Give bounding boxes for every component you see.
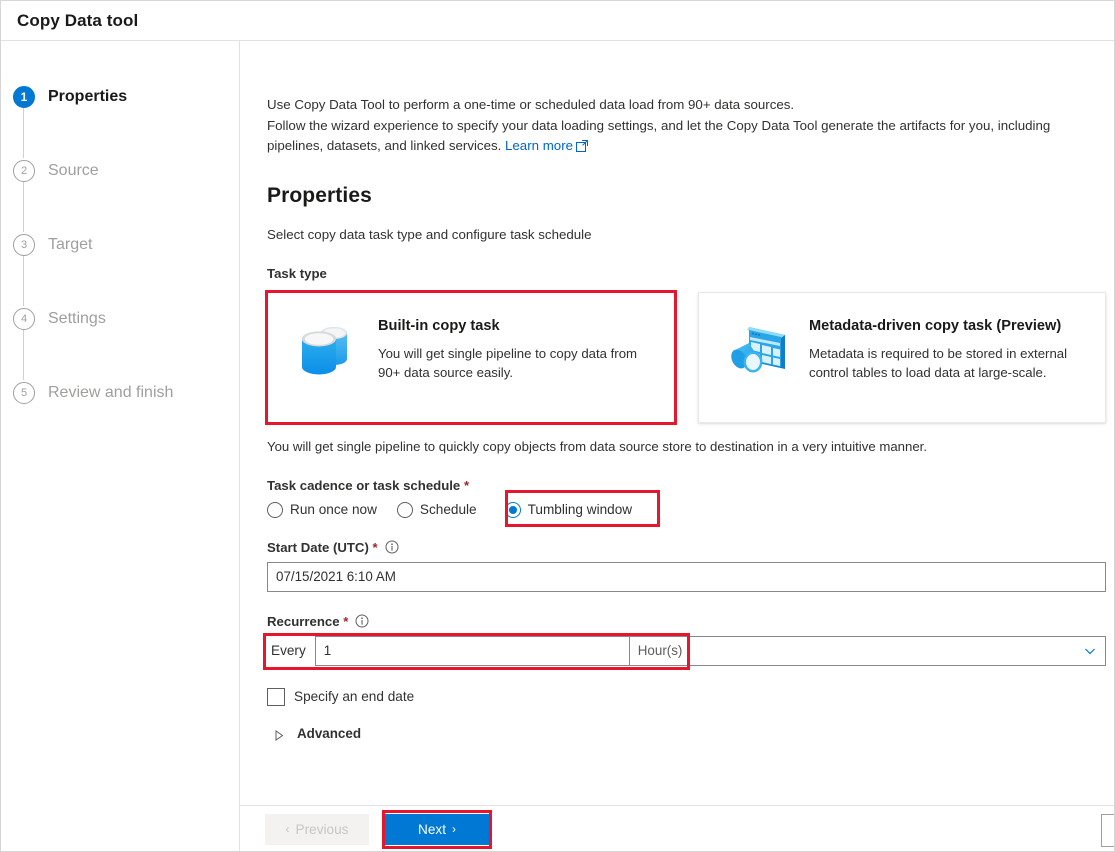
learn-more-link[interactable]: Learn more	[505, 138, 573, 153]
advanced-disclosure[interactable]: Advanced	[267, 726, 1106, 741]
card-description: You will get single pipeline to copy dat…	[378, 345, 638, 381]
card-title: Built-in copy task	[378, 317, 500, 334]
recurrence-label-text: Recurrence	[267, 613, 340, 629]
recurrence-unit-select[interactable]: Hour(s)	[629, 635, 1106, 666]
intro-line-1: Use Copy Data Tool to perform a one-time…	[267, 97, 795, 112]
step-connector-line	[23, 256, 24, 306]
card-body: Metadata-driven copy task (Preview) Meta…	[809, 313, 1077, 383]
page-subtitle: Select copy data task type and configure…	[267, 226, 592, 242]
window-body: 1 Properties 2 Source 3 Target 4 Setting	[1, 41, 1114, 851]
sidebar-item-label: Target	[48, 236, 93, 253]
task-cadence-label-text: Task cadence or task schedule	[267, 477, 461, 493]
advanced-label: Advanced	[297, 725, 361, 741]
step-number-badge: 5	[13, 382, 35, 404]
intro-line-3: pipelines, datasets, and linked services…	[267, 136, 1106, 159]
step-connector-line	[23, 330, 24, 380]
required-marker: *	[372, 539, 378, 555]
checkbox-box-icon	[267, 687, 285, 706]
radio-dot-icon	[504, 501, 521, 518]
sidebar-item-properties[interactable]: 1 Properties	[1, 85, 239, 158]
step-connector-line	[23, 182, 24, 232]
step-number-badge: 4	[13, 308, 35, 330]
radio-dot-icon	[267, 501, 283, 518]
sidebar-item-label: Source	[48, 162, 99, 179]
chevron-left-icon: ‹	[285, 822, 290, 836]
start-date-value: 07/15/2021 6:10 AM	[276, 569, 396, 584]
task-type-card-builtin-copy-task[interactable]: Built-in copy task You will get single p…	[265, 289, 677, 425]
radio-schedule[interactable]: Schedule	[396, 501, 477, 518]
intro-line-2: Follow the wizard experience to specify …	[267, 117, 1051, 133]
specify-end-date-checkbox[interactable]: Specify an end date	[267, 687, 1106, 706]
radio-label: Run once now	[290, 502, 377, 517]
chevron-right-icon: ›	[451, 822, 456, 836]
wizard-sidebar: 1 Properties 2 Source 3 Target 4 Setting	[1, 41, 240, 851]
card-description: Metadata is required to be stored in ext…	[809, 345, 1068, 381]
main-pane: Use Copy Data Tool to perform a one-time…	[240, 41, 1114, 851]
external-link-icon	[576, 138, 589, 159]
main-content: Use Copy Data Tool to perform a one-time…	[240, 41, 1114, 805]
sidebar-item-label: Settings	[48, 310, 106, 327]
recurrence-interval-value: 1	[323, 643, 332, 658]
task-cadence-radio-group: Run once now Schedule Tumbling window	[267, 489, 1106, 527]
page-title: Properties	[267, 183, 372, 207]
chevron-right-icon	[275, 728, 284, 741]
start-date-label: Start Date (UTC) *	[267, 540, 378, 555]
radio-dot-icon	[396, 501, 413, 518]
title-bar: Copy Data tool	[1, 1, 1114, 41]
window-title: Copy Data tool	[17, 10, 139, 30]
checkbox-label: Specify an end date	[294, 689, 415, 704]
radio-label: Schedule	[419, 502, 477, 517]
next-button[interactable]: Next ›	[385, 813, 489, 845]
next-button-label: Next	[418, 821, 446, 837]
metadata-table-icon	[719, 315, 795, 391]
radio-tumbling-window[interactable]: Tumbling window	[504, 501, 633, 518]
recurrence-row: Every 1 Hour(s)	[263, 632, 1106, 670]
recurrence-label-row: Recurrence *	[267, 614, 1106, 629]
recurrence-every-label: Every	[271, 643, 306, 658]
copy-data-tool-window: Copy Data tool 1 Properties 2 Source 3 T…	[0, 0, 1115, 852]
task-type-note: You will get single pipeline to quickly …	[267, 438, 927, 454]
card-body: Built-in copy task You will get single p…	[378, 313, 640, 383]
wizard-footer: ‹ Previous Next ›	[240, 805, 1114, 851]
intro-line-3-text: pipelines, datasets, and linked services…	[267, 138, 502, 153]
task-type-cards: Built-in copy task You will get single p…	[265, 289, 1106, 425]
sidebar-item-settings[interactable]: 4 Settings	[1, 307, 239, 380]
radio-label: Tumbling window	[527, 502, 633, 517]
intro-paragraph: Use Copy Data Tool to perform a one-time…	[267, 95, 1106, 159]
info-icon[interactable]	[355, 614, 369, 628]
required-marker: *	[463, 477, 470, 493]
sidebar-item-review-and-finish[interactable]: 5 Review and finish	[1, 381, 239, 405]
learn-more-label: Learn more	[505, 138, 574, 153]
recurrence-interval-input[interactable]: 1	[314, 635, 630, 666]
sidebar-item-label: Review and finish	[48, 384, 174, 401]
sidebar-item-target[interactable]: 3 Target	[1, 233, 239, 306]
start-date-input[interactable]: 07/15/2021 6:10 AM	[267, 561, 1106, 592]
start-date-label-text: Start Date (UTC)	[267, 539, 369, 555]
step-number-badge: 1	[13, 86, 35, 108]
task-cadence-label: Task cadence or task schedule *	[267, 478, 1106, 493]
info-icon[interactable]	[385, 540, 399, 554]
task-type-label: Task type	[267, 265, 327, 281]
card-title: Metadata-driven copy task (Preview)	[809, 317, 1062, 334]
recurrence-unit-value: Hour(s)	[637, 643, 683, 658]
resize-corner-stub	[1101, 814, 1114, 847]
next-button-wrapper: Next ›	[369, 809, 492, 849]
wizard-steps: 1 Properties 2 Source 3 Target 4 Setting	[1, 85, 239, 405]
sidebar-item-source[interactable]: 2 Source	[1, 159, 239, 232]
previous-button[interactable]: ‹ Previous	[265, 813, 369, 845]
step-connector-line	[23, 108, 24, 158]
radio-run-once-now[interactable]: Run once now	[267, 501, 377, 518]
sidebar-item-label: Properties	[48, 88, 128, 105]
chevron-down-icon	[1084, 645, 1096, 657]
task-type-card-metadata-driven-copy-task[interactable]: Metadata-driven copy task (Preview) Meta…	[698, 291, 1106, 423]
recurrence-label: Recurrence *	[267, 614, 348, 629]
start-date-label-row: Start Date (UTC) *	[267, 540, 1106, 555]
previous-button-label: Previous	[295, 821, 349, 837]
database-stack-icon	[288, 315, 364, 391]
step-number-badge: 2	[13, 160, 35, 182]
required-marker: *	[343, 613, 349, 629]
step-number-badge: 3	[13, 234, 35, 256]
